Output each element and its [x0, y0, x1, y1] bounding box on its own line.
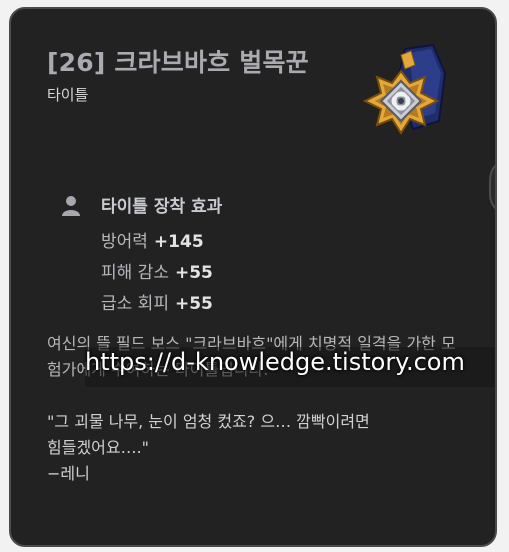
stat-value: +145 — [153, 232, 204, 252]
page: [26] 크라브바흐 벌목꾼 타이틀 타이틀 장착 효과 방어력 +145 피해… — [0, 0, 509, 552]
quote-author: −레니 — [47, 464, 90, 483]
title-tooltip-card: [26] 크라브바흐 벌목꾼 타이틀 타이틀 장착 효과 방어력 +145 피해… — [9, 7, 497, 547]
swap-button[interactable] — [489, 157, 495, 217]
stat-defense: 방어력 +145 — [101, 227, 204, 252]
quote-line: "그 괴물 나무, 눈이 엄청 컸죠? 으… 깜빡이려면 — [47, 412, 370, 431]
stat-crit-evasion: 급소 회피 +55 — [101, 289, 213, 314]
stat-label: 급소 회피 — [101, 294, 169, 314]
stat-value: +55 — [174, 263, 213, 283]
stat-label: 피해 감소 — [101, 263, 169, 283]
effect-title: 타이틀 장착 효과 — [101, 197, 223, 217]
person-icon — [62, 196, 80, 216]
watermark-text: https://d-knowledge.tistory.com — [85, 348, 465, 376]
stat-value: +55 — [174, 294, 213, 314]
item-quote: "그 괴물 나무, 눈이 엄청 컸죠? 으… 깜빡이려면 힘들겠어요…." −레… — [47, 409, 467, 487]
item-category: 타이틀 — [47, 86, 89, 104]
stat-label: 방어력 — [101, 232, 148, 252]
stat-damage-reduction: 피해 감소 +55 — [101, 258, 213, 283]
quote-line: 힘들겠어요…." — [47, 438, 150, 457]
item-title: [26] 크라브바흐 벌목꾼 — [47, 48, 309, 77]
knot-medal-icon — [362, 43, 447, 135]
